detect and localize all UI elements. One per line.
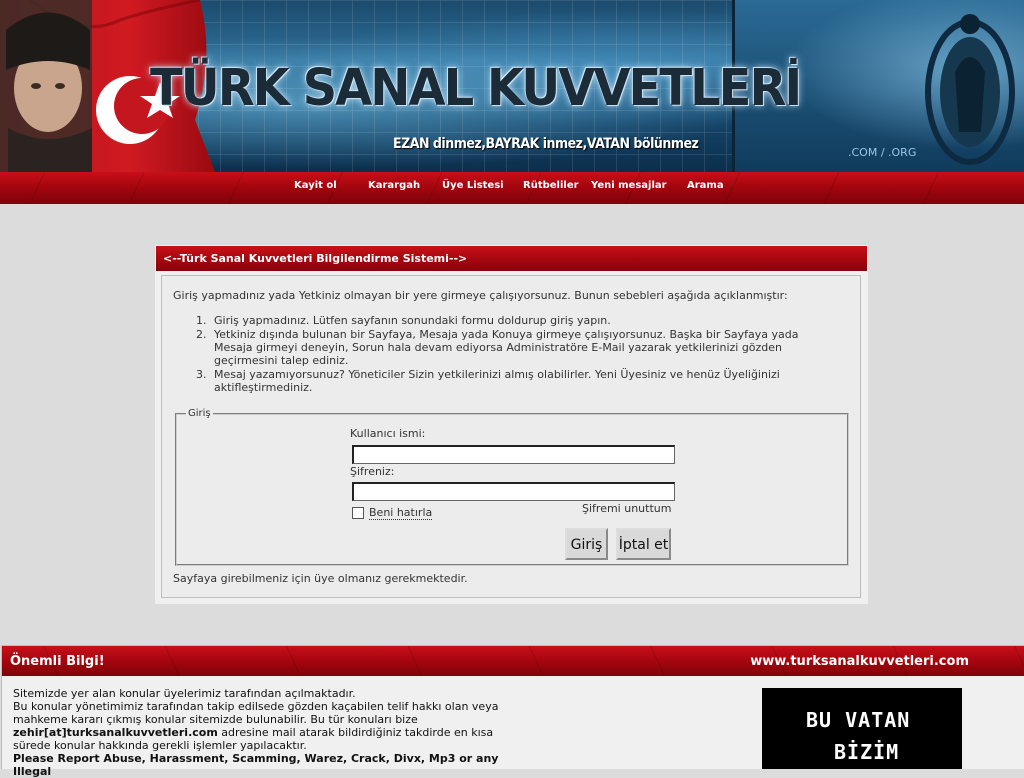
info-panel-header: Önemli Bilgi! www.turksanalkuvvetleri.co… xyxy=(2,646,1024,676)
forgot-password-link[interactable]: Şifremi unuttum xyxy=(582,502,671,515)
login-legend: Giriş xyxy=(188,408,211,419)
list-number: 2. xyxy=(196,328,207,341)
site-title: TÜRK SANAL KUVVETLERİ xyxy=(150,58,802,118)
nav-search[interactable]: Arama xyxy=(687,180,724,191)
info-line: Sitemizde yer alan konular üyelerimiz ta… xyxy=(13,687,356,700)
info-line-rest: adresine mail atarak bildirdiğiniz takdi… xyxy=(217,726,494,739)
cancel-button[interactable]: İptal et xyxy=(616,528,671,560)
login-fieldset: Giriş Kullanıcı ismi: Şifreniz: Beni hat… xyxy=(175,408,849,566)
list-item: 2. Yetkiniz dışında bulunan bir Sayfaya,… xyxy=(173,328,813,367)
bu-vatan-bizim-badge: BU VATAN BİZİM xyxy=(762,688,962,769)
login-panel-title: <--Türk Sanal Kuvvetleri Bilgilendirme S… xyxy=(163,252,468,265)
nav-headquarters[interactable]: Karargah xyxy=(368,180,420,191)
list-item-text-line: Mesaj yazamıyorsunuz? Yöneticiler Sizin … xyxy=(214,368,780,381)
list-item-text-line: Yetkiniz dışında bulunan bir Sayfaya, Me… xyxy=(214,328,799,341)
password-label: Şifreniz: xyxy=(350,465,395,478)
nav-member-list[interactable]: Üye Listesi xyxy=(442,180,504,191)
nav-new-posts[interactable]: Yeni mesajlar xyxy=(591,180,667,191)
list-item: 3. Mesaj yazamıyorsunuz? Yöneticiler Siz… xyxy=(173,368,813,394)
nav-ranks[interactable]: Rütbeliler xyxy=(523,180,579,191)
info-panel-title: Önemli Bilgi! xyxy=(10,654,105,669)
header-banner: TÜRK SANAL KUVVETLERİ EZAN dinmez,BAYRAK… xyxy=(0,0,1024,172)
site-slogan: EZAN dinmez,BAYRAK inmez,VATAN bölünmez xyxy=(393,136,699,152)
membership-note: Sayfaya girebilmeniz için üye olmanız ge… xyxy=(173,572,468,585)
info-panel: Önemli Bilgi! www.turksanalkuvvetleri.co… xyxy=(1,645,1024,778)
reasons-list: 1. Giriş yapmadınız. Lütfen sayfanın son… xyxy=(173,314,813,395)
info-line: Please Report Abuse, Harassment, Scammin… xyxy=(13,752,499,778)
list-item-text-line: geçirmesini talep ediniz. xyxy=(214,354,349,367)
emblem-icon xyxy=(925,14,1015,165)
list-number: 1. xyxy=(196,314,207,327)
password-input[interactable] xyxy=(352,482,675,501)
username-input[interactable] xyxy=(352,445,675,464)
contact-email[interactable]: zehir[at]turksanalkuvvetleri.com xyxy=(13,726,218,739)
info-line: Bu konular yönetimimiz tarafından takip … xyxy=(13,700,499,713)
login-submit-button[interactable]: Giriş xyxy=(565,528,608,560)
site-url-link[interactable]: www.turksanalkuvvetleri.com xyxy=(750,654,969,669)
remember-me-checkbox[interactable] xyxy=(352,507,364,519)
login-panel-header: <--Türk Sanal Kuvvetleri Bilgilendirme S… xyxy=(156,246,867,271)
nav-register[interactable]: Kayit ol xyxy=(294,180,337,191)
badge-text-line: BU VATAN xyxy=(806,708,911,732)
info-line: mahkeme kararı çıkmış konular sitemizde … xyxy=(13,713,418,726)
site-domains: .COM / .ORG xyxy=(848,146,917,159)
list-item-text-line: aktifleştirmediniz. xyxy=(214,381,313,394)
info-text: Sitemizde yer alan konular üyelerimiz ta… xyxy=(13,687,523,778)
info-line: zehir[at]turksanalkuvvetleri.com adresin… xyxy=(13,726,523,739)
list-number: 3. xyxy=(196,368,207,381)
login-panel: <--Türk Sanal Kuvvetleri Bilgilendirme S… xyxy=(155,245,868,604)
list-item-text: Giriş yapmadınız. Lütfen sayfanın sonund… xyxy=(214,314,611,327)
list-item: 1. Giriş yapmadınız. Lütfen sayfanın son… xyxy=(173,314,813,327)
info-line: sürede konular hakkında gerekli işlemler… xyxy=(13,739,307,752)
remember-me-label[interactable]: Beni hatırla xyxy=(369,506,433,520)
nav-texture xyxy=(0,172,1024,204)
login-panel-body: Giriş yapmadınız yada Yetkiniz olmayan b… xyxy=(161,275,861,598)
badge-text-line: BİZİM xyxy=(834,740,900,764)
list-item-text-line: Mesaja girmeyi deneyin, Sorun hala devam… xyxy=(214,341,783,354)
username-label: Kullanıcı ismi: xyxy=(350,427,426,440)
intro-text: Giriş yapmadınız yada Yetkiniz olmayan b… xyxy=(173,289,788,302)
main-nav: Kayit ol Karargah Üye Listesi Rütbeliler… xyxy=(0,172,1024,204)
